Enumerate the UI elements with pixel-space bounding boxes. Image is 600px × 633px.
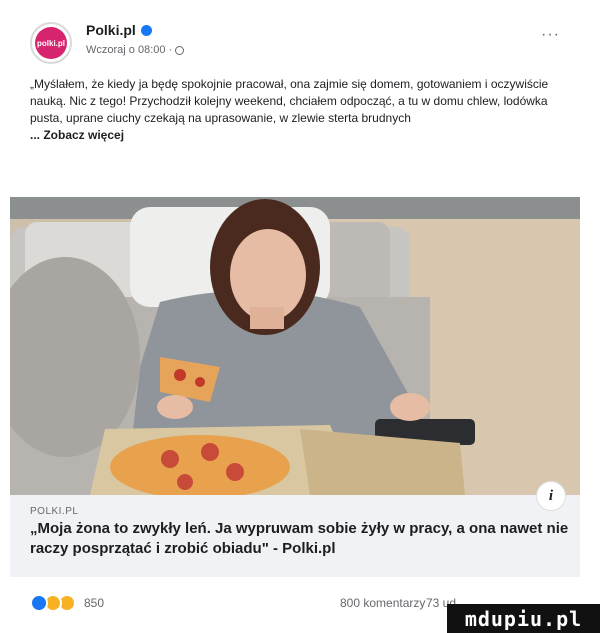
polki-logo: polki.pl <box>35 27 67 59</box>
more-icon[interactable]: ··· <box>541 26 560 44</box>
post-header: polki.pl Polki.pl Wczoraj o 08:00 · ··· <box>30 16 570 64</box>
page-avatar[interactable]: polki.pl <box>30 22 72 64</box>
reaction-count[interactable]: 850 <box>84 596 104 610</box>
post-meta: Wczoraj o 08:00 · <box>86 44 185 56</box>
post-body: „Myślałem, że kiedy ja będę spokojnie pr… <box>30 77 549 125</box>
see-more-link[interactable]: ... Zobacz więcej <box>30 127 560 144</box>
link-preview-card[interactable]: i POLKI.PL „Moja żona to zwykły leń. Ja … <box>10 481 580 577</box>
page-name-label[interactable]: Polki.pl <box>86 22 136 38</box>
post-photo[interactable] <box>10 197 580 495</box>
info-icon[interactable]: i <box>536 481 566 511</box>
like-reaction-icon[interactable] <box>30 594 48 612</box>
watermark-logo: mdupiu.pl <box>447 604 600 633</box>
comments-count[interactable]: 800 komentarzy <box>340 596 425 610</box>
post-text: „Myślałem, że kiedy ja będę spokojnie pr… <box>30 76 560 144</box>
link-title[interactable]: „Moja żona to zwykły leń. Ja wypruwam so… <box>30 519 570 559</box>
verified-icon <box>140 24 152 36</box>
globe-icon <box>175 45 185 55</box>
post-timestamp[interactable]: Wczoraj o 08:00 · <box>86 44 172 56</box>
page-name[interactable]: Polki.pl <box>86 22 152 38</box>
link-domain: POLKI.PL <box>30 506 79 517</box>
photo-illustration <box>10 197 580 495</box>
